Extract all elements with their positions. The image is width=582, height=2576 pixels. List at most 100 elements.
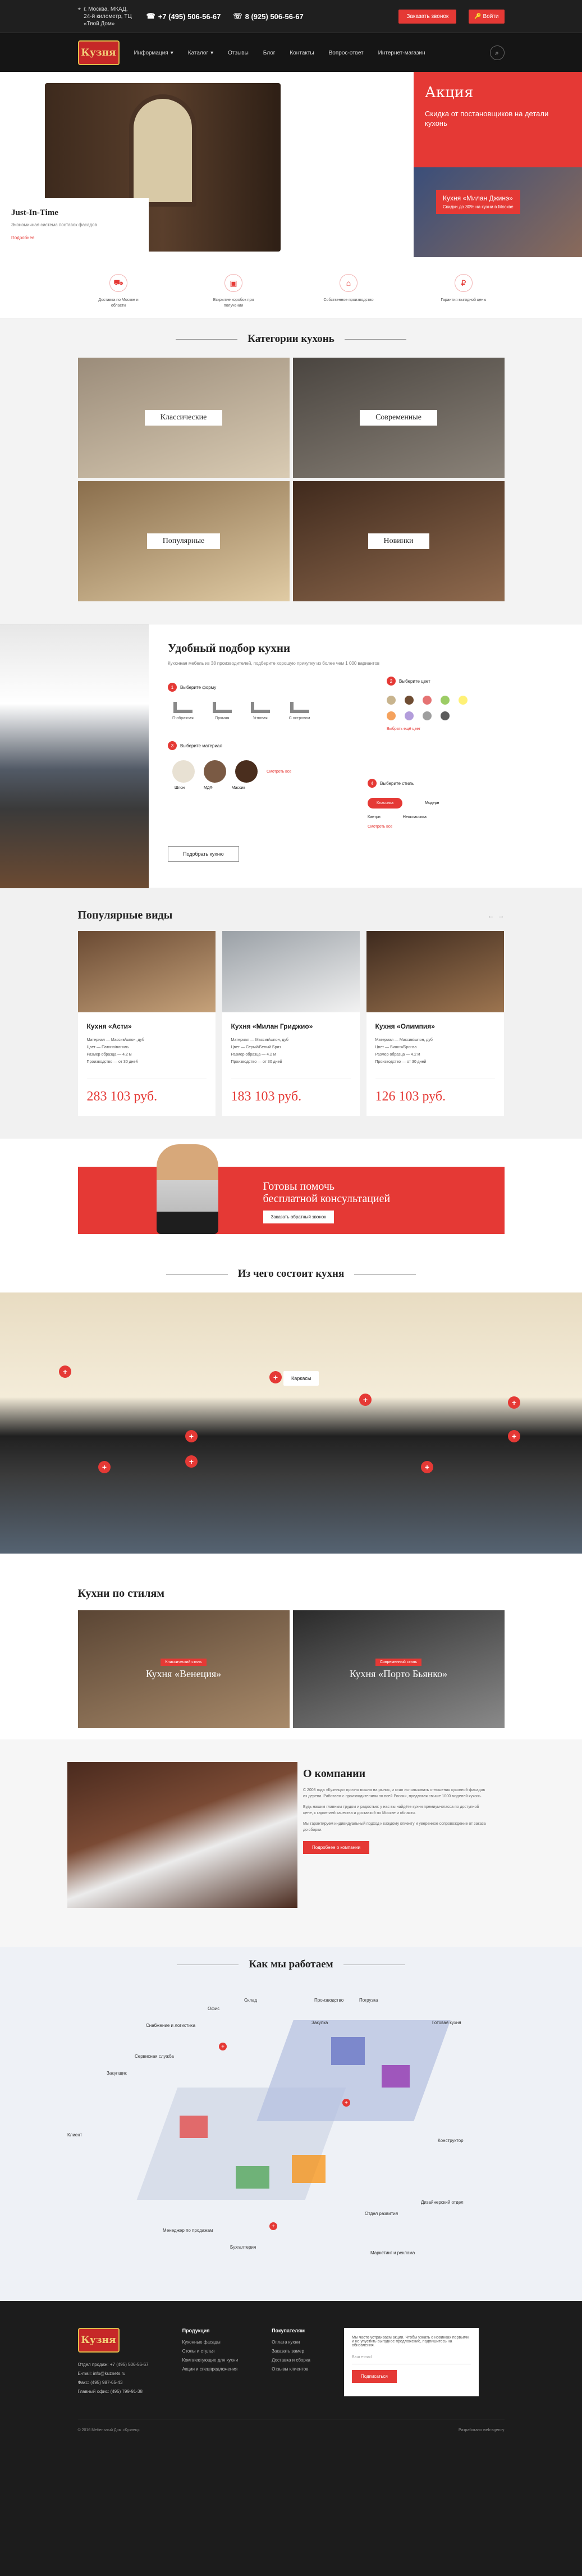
search-icon[interactable]: ⌕ bbox=[489, 45, 505, 60]
developer-link[interactable]: Разработано web-agency bbox=[459, 2428, 504, 2432]
footer-link[interactable]: Столы и стулья bbox=[182, 2347, 239, 2356]
slider-dot[interactable] bbox=[384, 245, 388, 249]
color-swatch[interactable] bbox=[423, 696, 432, 705]
email-input[interactable]: Ваш e-mail bbox=[351, 2353, 471, 2364]
nav-item-contacts[interactable]: Контакты bbox=[290, 50, 314, 56]
footer-link[interactable]: Доставка и сборка bbox=[272, 2356, 310, 2365]
style-option[interactable]: Неоклассика bbox=[403, 815, 427, 819]
phone-2[interactable]: ☏ 8 (925) 506-56-67 bbox=[233, 12, 303, 21]
slider-dot[interactable] bbox=[377, 245, 381, 249]
popular-title: Популярные виды bbox=[77, 909, 173, 921]
footer-logo[interactable]: Кузня bbox=[77, 2328, 120, 2353]
hotspot-plus-icon[interactable]: + bbox=[508, 1396, 520, 1409]
promo-panel[interactable]: Акция Скидка от постановщиков на детали … bbox=[414, 72, 582, 257]
footer-email[interactable]: info@kuznets.ru bbox=[93, 2371, 126, 2376]
process-point-icon[interactable]: + bbox=[219, 2043, 227, 2050]
slider-dot[interactable] bbox=[369, 245, 373, 249]
style-option[interactable]: Классика bbox=[368, 798, 403, 809]
shape-option[interactable]: П-образная bbox=[172, 702, 194, 720]
feature-item: ₽ Гарантия выгодной цены bbox=[437, 274, 491, 318]
style-card-porto[interactable]: Современный стиль Кухня «Порто Бьянко» bbox=[292, 1610, 505, 1728]
hotspot-plus-icon[interactable]: + bbox=[508, 1430, 520, 1442]
step-color: 2 Выберите цвет bbox=[387, 677, 582, 686]
footer-link[interactable]: Комплектующие для кухни bbox=[182, 2356, 239, 2365]
footer-link[interactable]: Акции и спецпредложения bbox=[182, 2365, 239, 2374]
more-colors-link[interactable]: Выбрать ещё цвет bbox=[387, 727, 434, 731]
selector-title: Удобный подбор кухни bbox=[168, 641, 291, 655]
more-styles-link[interactable]: Смотреть все bbox=[368, 825, 514, 829]
color-swatch[interactable] bbox=[423, 711, 432, 720]
shape-option[interactable]: С островом bbox=[289, 702, 310, 720]
color-swatch[interactable] bbox=[441, 696, 450, 705]
slider-dot[interactable] bbox=[355, 245, 359, 249]
hotspot-plus-icon[interactable]: + bbox=[359, 1394, 372, 1406]
footer-link[interactable]: Заказать замер bbox=[272, 2347, 310, 2356]
pick-kitchen-button[interactable]: Подобрать кухню bbox=[168, 846, 239, 862]
process-point-icon[interactable]: + bbox=[342, 2099, 350, 2107]
about-more-button[interactable]: Подробнее о компании bbox=[303, 1841, 370, 1854]
color-swatches: Выбрать ещё цвет bbox=[387, 696, 499, 731]
nav-item-faq[interactable]: Вопрос-ответ bbox=[329, 50, 364, 56]
parts-title: Из чего состоит кухня bbox=[0, 1268, 582, 1280]
shape-option[interactable]: Угловая bbox=[250, 702, 270, 720]
arrow-left-icon[interactable]: ← bbox=[488, 912, 494, 920]
phone-1[interactable]: ☎ +7 (495) 506-56-67 bbox=[146, 12, 221, 21]
category-popular[interactable]: Популярные bbox=[77, 481, 290, 601]
nav-item-catalog[interactable]: Каталог ▾ bbox=[188, 50, 213, 56]
callback-button[interactable]: Заказать звонок bbox=[398, 9, 457, 24]
nav-item-info[interactable]: Информация ▾ bbox=[134, 50, 173, 56]
hotspot-plus-icon[interactable]: + bbox=[185, 1455, 198, 1468]
material-option[interactable] bbox=[204, 760, 226, 783]
slider-dot[interactable] bbox=[398, 245, 402, 249]
shape-option[interactable]: Прямая bbox=[212, 702, 232, 720]
color-swatch[interactable] bbox=[405, 711, 414, 720]
color-swatch[interactable] bbox=[387, 711, 396, 720]
footer-link[interactable]: Кухонные фасады bbox=[182, 2338, 239, 2347]
footer-phone[interactable]: +7 (495) 506-56-67 bbox=[110, 2362, 149, 2367]
color-swatch[interactable] bbox=[387, 696, 396, 705]
hotspot-plus-icon[interactable]: + bbox=[269, 1371, 282, 1383]
hotspot-plus-icon[interactable]: + bbox=[59, 1365, 71, 1378]
footer-link[interactable]: Отзывы клиентов bbox=[272, 2365, 310, 2374]
material-label: Массив bbox=[231, 786, 246, 790]
request-callback-button[interactable]: Заказать обратный звонок bbox=[263, 1211, 334, 1223]
category-classic[interactable]: Классические bbox=[77, 358, 290, 478]
nav-item-reviews[interactable]: Отзывы bbox=[228, 50, 249, 56]
location-icon: ⌖ bbox=[77, 6, 81, 12]
process-point-icon[interactable]: + bbox=[269, 2222, 277, 2230]
nav-item-shop[interactable]: Интернет-магазин bbox=[378, 50, 425, 56]
product-card[interactable]: Кухня «Олимпия» Материал — Массив/шпон, д… bbox=[366, 931, 504, 1116]
slider-dot[interactable] bbox=[391, 245, 395, 249]
color-swatch[interactable] bbox=[459, 696, 468, 705]
subscribe-button[interactable]: Подписаться bbox=[351, 2370, 397, 2383]
product-image bbox=[77, 931, 216, 1012]
style-card-venice[interactable]: Классический стиль Кухня «Венеция» bbox=[77, 1610, 290, 1728]
login-button[interactable]: 🔑 Войти bbox=[469, 9, 505, 24]
color-swatch[interactable] bbox=[405, 696, 414, 705]
hotspot-popup: Каркасы bbox=[283, 1371, 319, 1386]
style-option[interactable]: Кантри bbox=[368, 815, 381, 819]
more-materials-link[interactable]: Смотреть все bbox=[267, 770, 291, 774]
style-option[interactable]: Модерн bbox=[425, 801, 439, 805]
product-image bbox=[222, 931, 360, 1012]
footer-link[interactable]: Оплата кухни bbox=[272, 2338, 310, 2347]
category-modern[interactable]: Современные bbox=[292, 358, 505, 478]
nav-item-blog[interactable]: Блог bbox=[263, 50, 276, 56]
hotspot-plus-icon[interactable]: + bbox=[98, 1461, 111, 1473]
material-option[interactable] bbox=[172, 760, 195, 783]
color-swatch[interactable] bbox=[441, 711, 450, 720]
logo[interactable]: Кузня bbox=[77, 40, 120, 65]
product-card[interactable]: Кухня «Асти» Материал — Массив/шпон, дуб Ц… bbox=[77, 931, 216, 1116]
slider-dot[interactable] bbox=[362, 245, 366, 249]
hero-door-image bbox=[129, 94, 196, 207]
product-card[interactable]: Кухня «Милан Гриджио» Материал — Массив/ш… bbox=[222, 931, 360, 1116]
price: 283 103 руб. bbox=[86, 1079, 207, 1104]
category-new[interactable]: Новинки bbox=[292, 481, 505, 601]
hotspot-plus-icon[interactable]: + bbox=[421, 1461, 433, 1473]
arrow-right-icon[interactable]: → bbox=[498, 912, 505, 920]
promo-tile[interactable]: Кухня «Милан Джинэ» Cкидки до 30% на кухн… bbox=[414, 167, 582, 257]
about-image bbox=[67, 1762, 297, 1908]
material-option[interactable] bbox=[235, 760, 258, 783]
hero-more-link[interactable]: Подробнее bbox=[11, 235, 35, 240]
hotspot-plus-icon[interactable]: + bbox=[185, 1430, 198, 1442]
